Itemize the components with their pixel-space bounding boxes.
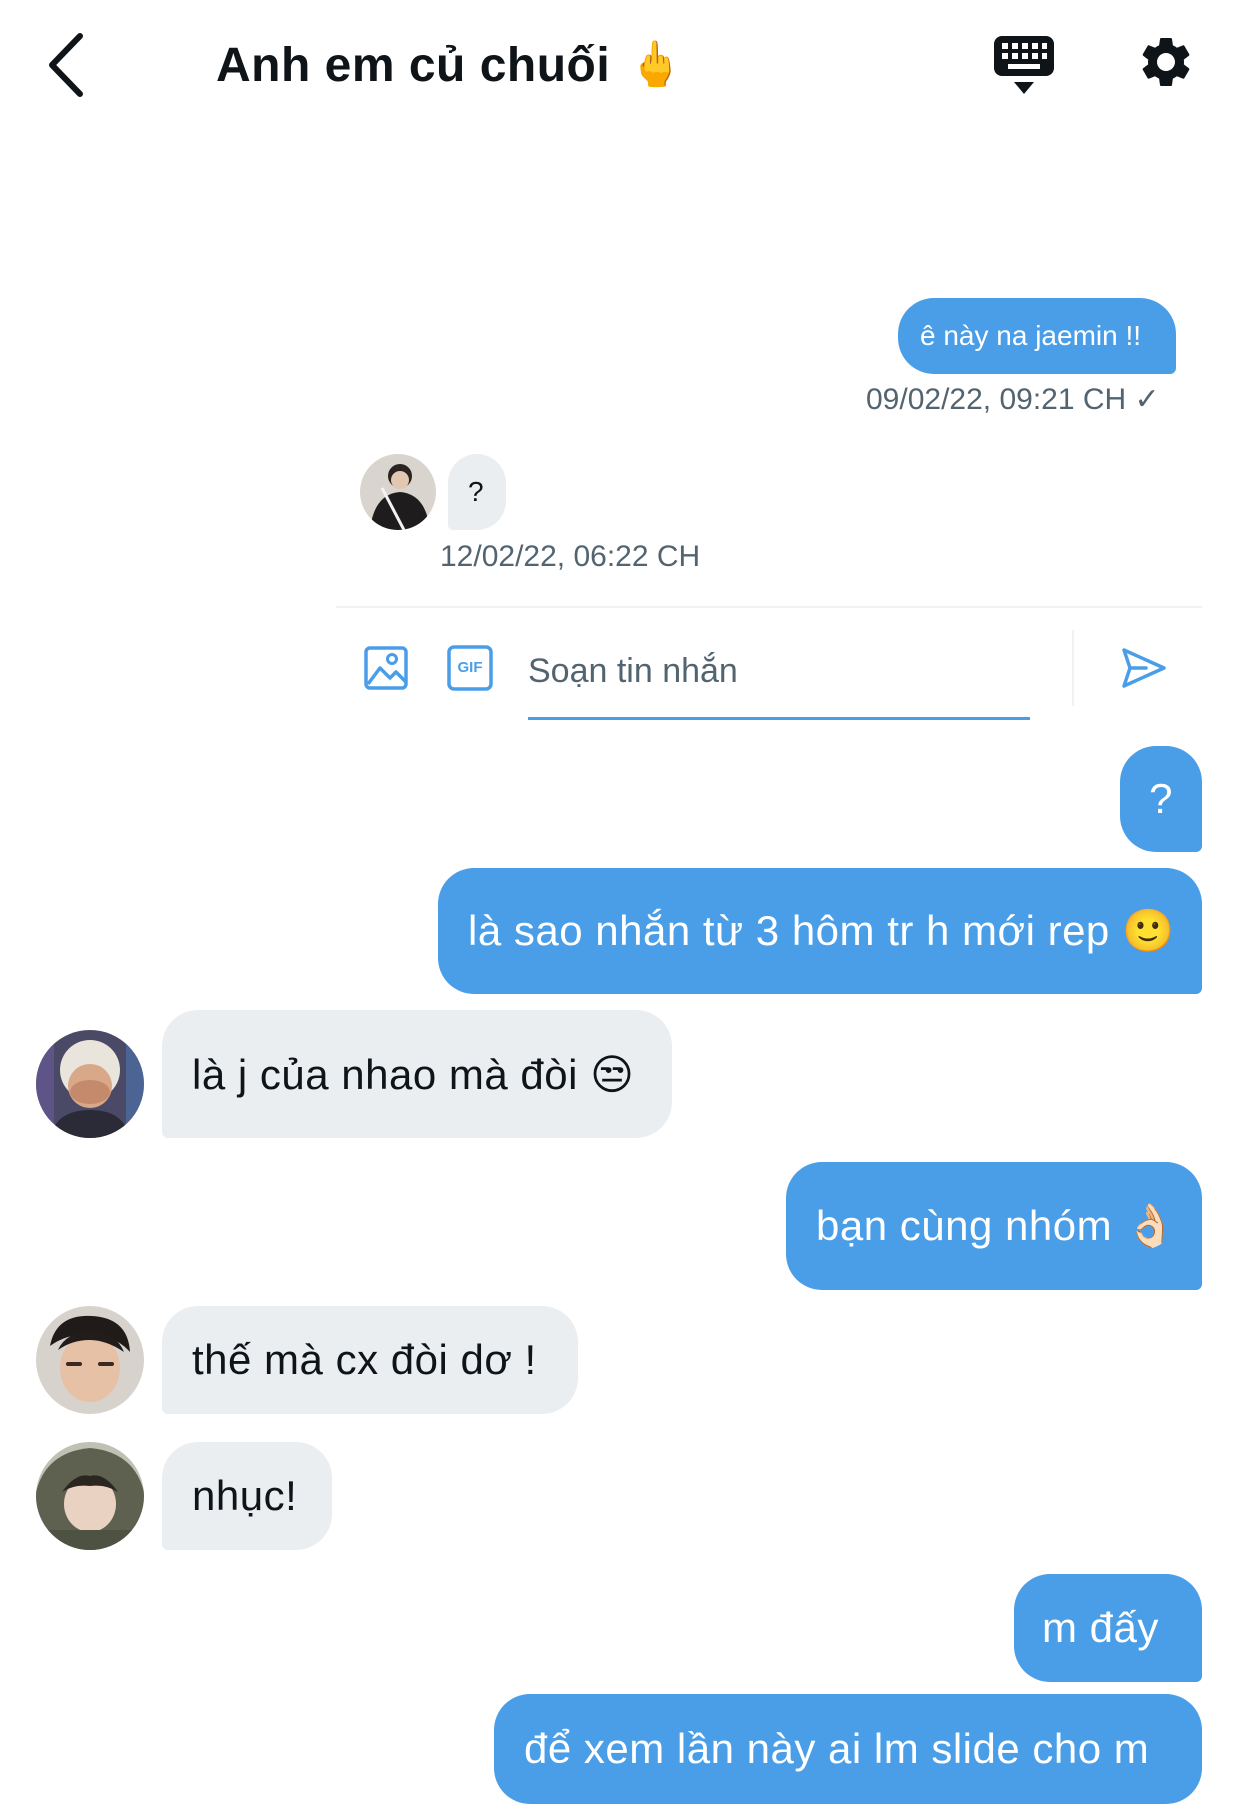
avatar[interactable]	[36, 1306, 144, 1414]
conversation-title: Anh em củ chuối	[216, 39, 611, 92]
settings-gear-icon[interactable]	[1136, 32, 1196, 92]
image-icon[interactable]	[362, 644, 410, 692]
gif-label: GIF	[457, 659, 483, 676]
message-text: ?	[1149, 775, 1173, 822]
compose-underline	[528, 717, 1030, 720]
gif-icon[interactable]: GIF	[446, 644, 494, 692]
message-bubble-outgoing[interactable]: để xem lần này ai lm slide cho m	[494, 1694, 1202, 1804]
divider	[336, 606, 1202, 608]
avatar[interactable]	[36, 1030, 144, 1138]
message-compose-input[interactable]	[528, 644, 1028, 698]
message-bubble-incoming[interactable]: là j của nhao mà đòi 😒	[162, 1010, 672, 1138]
message-timestamp: 12/02/22, 06:22 CH	[440, 540, 701, 573]
message-text: m đấy	[1042, 1604, 1159, 1651]
message-bubble-incoming[interactable]: ?	[448, 454, 506, 530]
message-bubble-outgoing[interactable]: là sao nhắn từ 3 hôm tr h mới rep 🙂	[438, 868, 1202, 994]
send-icon[interactable]	[1120, 644, 1168, 692]
message-bubble-outgoing[interactable]: m đấy	[1014, 1574, 1202, 1682]
message-text: là sao nhắn từ 3 hôm tr h mới rep 🙂	[468, 906, 1175, 954]
message-bubble-outgoing[interactable]: ê này na jaemin !!	[898, 298, 1176, 374]
message-bubble-incoming[interactable]: thế mà cx đòi dơ !	[162, 1306, 578, 1414]
avatar[interactable]	[360, 454, 436, 530]
message-text: nhục!	[192, 1472, 298, 1519]
message-bubble-outgoing[interactable]: ?	[1120, 746, 1202, 852]
avatar[interactable]	[36, 1442, 144, 1550]
message-text: ê này na jaemin !!	[920, 320, 1142, 351]
message-bubble-outgoing[interactable]: bạn cùng nhóm 👌🏻	[786, 1162, 1202, 1290]
message-text: để xem lần này ai lm slide cho m	[524, 1725, 1150, 1772]
title-emoji: 🖕	[628, 40, 683, 89]
compose-separator	[1072, 630, 1074, 706]
message-text: là j của nhao mà đòi 😒	[192, 1050, 635, 1098]
message-text: bạn cùng nhóm 👌🏻	[816, 1201, 1178, 1249]
message-timestamp: 09/02/22, 09:21 CH ✓	[866, 383, 1160, 416]
message-text: thế mà cx đòi dơ !	[192, 1336, 537, 1383]
back-arrow-icon[interactable]	[44, 30, 94, 100]
message-text: ?	[468, 476, 484, 507]
message-bubble-incoming[interactable]: nhục!	[162, 1442, 332, 1550]
keyboard-icon[interactable]	[992, 34, 1056, 96]
